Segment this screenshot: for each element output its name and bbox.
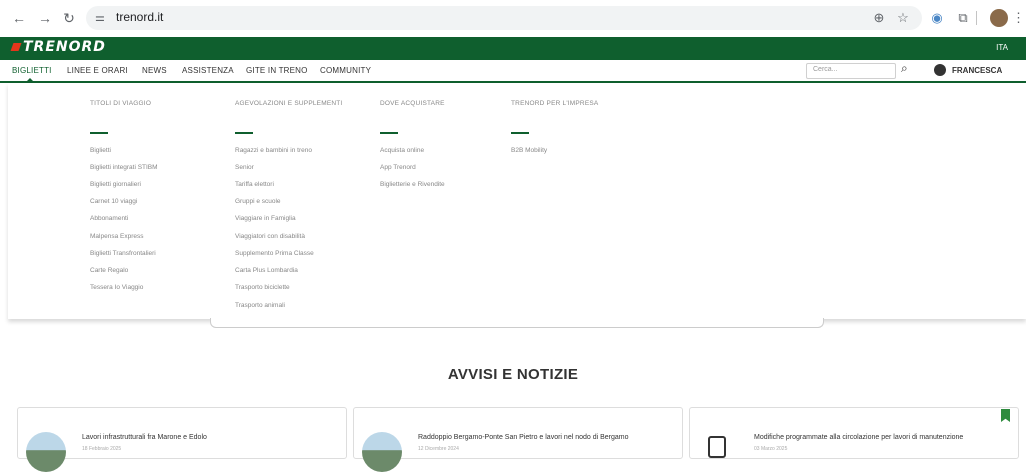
menu-link[interactable]: Viaggiare in Famiglia <box>235 215 296 222</box>
search-placeholder: Cerca... <box>813 66 838 73</box>
site-logo[interactable]: TRENORD <box>10 39 106 55</box>
menu-link[interactable]: App Trenord <box>380 164 416 171</box>
language-switch[interactable]: ITA <box>996 43 1008 52</box>
news-card-date: 12 Dicembre 2024 <box>418 446 459 452</box>
menu-link[interactable]: Trasporto biciclette <box>235 284 290 291</box>
toolbar-divider <box>976 11 977 25</box>
back-icon[interactable]: ← <box>10 9 28 27</box>
menu-link[interactable]: Tariffa elettori <box>235 181 274 188</box>
puzzle-icon[interactable]: ⧉ <box>954 9 972 27</box>
menu-link[interactable]: Tessera Io Viaggio <box>90 284 143 291</box>
menu-link[interactable]: Abbonamenti <box>90 215 128 222</box>
nav-assistenza[interactable]: ASSISTENZA <box>182 66 234 75</box>
nav-biglietti[interactable]: BIGLIETTI <box>12 66 52 75</box>
nav-gite-treno[interactable]: GITE IN TRENO <box>246 66 308 75</box>
menu-link[interactable]: Gruppi e scuole <box>235 198 281 205</box>
news-card-date: 03 Marzo 2025 <box>754 446 788 452</box>
browser-toolbar: ← → ↻ ⚌ trenord.it ⊕ ☆ ◉ ⧉ ⋮ <box>0 0 1026 36</box>
zoom-icon[interactable]: ⊕ <box>870 9 888 27</box>
menu-link[interactable]: Carnet 10 viaggi <box>90 198 137 205</box>
menu-link[interactable]: Biglietti Transfrontalieri <box>90 250 156 257</box>
nav-community[interactable]: COMMUNITY <box>320 66 371 75</box>
column-title: AGEVOLAZIONI E SUPPLEMENTI <box>235 100 343 107</box>
column-accent-bar <box>235 132 253 134</box>
menu-link[interactable]: Supplemento Prima Classe <box>235 250 314 257</box>
logo-text: TRENORD <box>23 39 106 55</box>
column-accent-bar <box>380 132 398 134</box>
reload-icon[interactable]: ↻ <box>60 9 78 27</box>
url-text: trenord.it <box>116 10 164 24</box>
menu-link[interactable]: Malpensa Express <box>90 233 143 240</box>
menu-link[interactable]: Biglietterie e Rivendite <box>380 181 445 188</box>
menu-link[interactable]: Senior <box>235 164 254 171</box>
search-input[interactable]: Cerca... <box>806 63 896 79</box>
news-card[interactable]: Raddoppio Bergamo-Ponte San Pietro e lav… <box>353 407 683 472</box>
column-title: TRENORD PER L'IMPRESA <box>511 100 599 107</box>
biglietti-dropdown: TITOLI DI VIAGGIO Biglietti Biglietti in… <box>8 83 1026 319</box>
more-icon[interactable]: ⋮ <box>1012 9 1025 27</box>
news-thumbnail <box>362 432 402 472</box>
menu-link[interactable]: Biglietti integrati STIBM <box>90 164 158 171</box>
column-title: DOVE ACQUISTARE <box>380 100 445 107</box>
extension-icon[interactable]: ◉ <box>928 9 946 27</box>
search-icon[interactable]: ⌕ <box>901 61 908 76</box>
menu-link[interactable]: Acquista online <box>380 147 424 154</box>
nav-active-indicator <box>26 78 34 82</box>
user-icon[interactable] <box>934 64 946 76</box>
menu-link[interactable]: Carte Regalo <box>90 267 128 274</box>
news-card-title[interactable]: Raddoppio Bergamo-Ponte San Pietro e lav… <box>418 434 629 441</box>
menu-link[interactable]: Ragazzi e bambini in treno <box>235 147 312 154</box>
column-accent-bar <box>511 132 529 134</box>
main-nav: BIGLIETTI LINEE E ORARI NEWS ASSISTENZA … <box>0 60 1026 83</box>
menu-link[interactable]: B2B Mobility <box>511 147 547 154</box>
menu-link[interactable]: Biglietti giornalieri <box>90 181 141 188</box>
address-bar[interactable]: ⚌ trenord.it <box>86 6 922 30</box>
news-card[interactable]: Modifiche programmate alla circolazione … <box>689 407 1019 459</box>
news-card-date: 18 Febbraio 2025 <box>82 446 122 452</box>
nav-linee-orari[interactable]: LINEE E ORARI <box>67 66 128 75</box>
forward-icon[interactable]: → <box>36 9 54 27</box>
column-accent-bar <box>90 132 108 134</box>
underlying-panel-edge <box>210 318 824 328</box>
user-name[interactable]: FRANCESCA <box>952 66 1002 75</box>
menu-link[interactable]: Carta Plus Lombardia <box>235 267 298 274</box>
column-title: TITOLI DI VIAGGIO <box>90 100 152 107</box>
news-thumbnail <box>26 432 66 472</box>
menu-link[interactable]: Viaggiatori con disabilità <box>235 233 305 240</box>
news-card-title[interactable]: Lavori infrastrutturali fra Marone e Edo… <box>82 434 207 441</box>
nav-news[interactable]: NEWS <box>142 66 167 75</box>
tune-icon[interactable]: ⚌ <box>95 11 105 24</box>
phone-icon <box>708 436 726 458</box>
news-card-title[interactable]: Modifiche programmate alla circolazione … <box>754 434 963 441</box>
profile-avatar[interactable] <box>990 9 1008 27</box>
menu-link[interactable]: Trasporto animali <box>235 302 285 309</box>
logo-mark-icon <box>10 43 22 51</box>
section-title: AVVISI E NOTIZIE <box>447 366 579 383</box>
brand-bar: TRENORD ITA <box>0 37 1026 60</box>
news-card[interactable]: Lavori infrastrutturali fra Marone e Edo… <box>17 407 347 472</box>
menu-link[interactable]: Biglietti <box>90 147 111 154</box>
star-icon[interactable]: ☆ <box>894 9 912 27</box>
